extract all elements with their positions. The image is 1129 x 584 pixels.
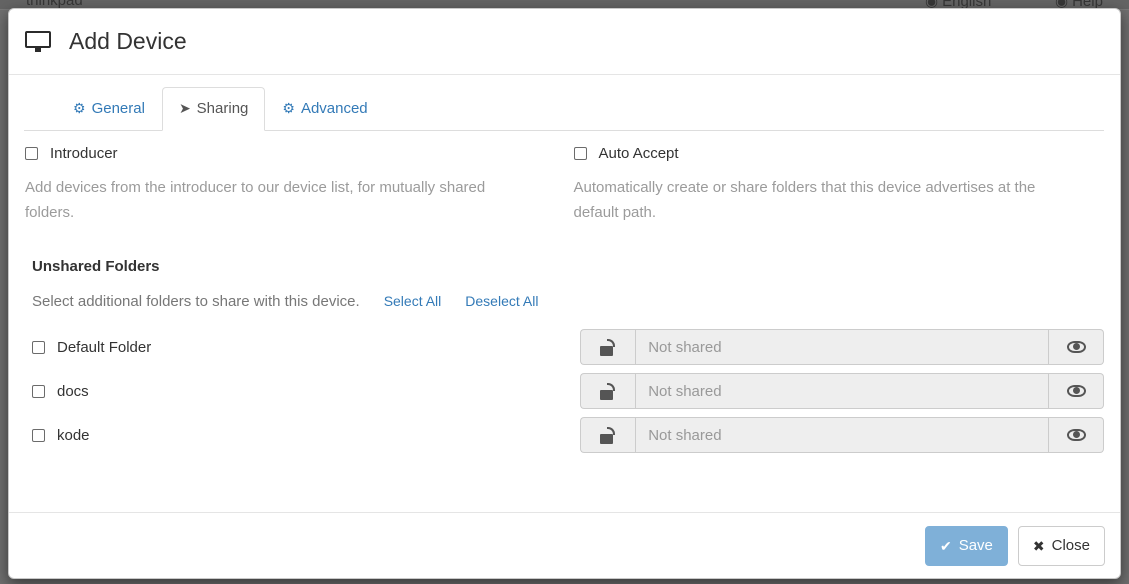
cogs-icon: ⚙ — [282, 99, 295, 116]
folder-share-eye-button-docs[interactable] — [1049, 373, 1104, 409]
folder-row: kode Not shared — [25, 413, 1104, 457]
modal-body: ⚙ General ➤​ Sharing ⚙ Advanced Introducer — [9, 75, 1120, 512]
desktop-icon — [25, 30, 51, 53]
add-device-modal: Add Device ⚙ General ➤​ Sharing ⚙ Advanced — [8, 8, 1121, 579]
folder-share-input-group-kode: Not shared — [580, 417, 1104, 453]
auto-accept-option: Auto Accept Automatically create or shar… — [565, 145, 1105, 225]
tab-sharing[interactable]: ➤​ Sharing — [161, 86, 266, 131]
folder-share-input-group-docs: Not shared — [580, 373, 1104, 409]
folder-share-input-default-folder[interactable]: Not shared — [635, 329, 1049, 365]
close-button[interactable]: ✖ Close — [1017, 526, 1105, 566]
tab-bar: ⚙ General ➤​ Sharing ⚙ Advanced — [24, 86, 1104, 131]
times-icon: ✖ — [1032, 537, 1045, 554]
unshared-folders-heading: Unshared Folders — [32, 258, 160, 275]
folder-row-label-group: docs — [25, 383, 580, 400]
tab-advanced[interactable]: ⚙ Advanced — [265, 87, 384, 131]
tab-advanced-label: Advanced — [300, 99, 368, 117]
page-title: Add Device — [69, 28, 187, 54]
eye-icon — [1066, 429, 1086, 441]
share-alt-icon: ➤​ — [178, 99, 191, 116]
introducer-checkbox[interactable] — [25, 147, 38, 160]
introducer-help-text: Add devices from the introducer to our d… — [25, 179, 486, 221]
folder-share-input-group-default-folder: Not shared — [580, 329, 1104, 365]
tab-general[interactable]: ⚙ General — [56, 87, 162, 131]
folder-share-eye-button-default-folder[interactable] — [1049, 329, 1104, 365]
introducer-label[interactable]: Introducer — [50, 145, 118, 162]
gear-icon: ⚙ — [73, 99, 86, 116]
tab-general-item: ⚙ General — [56, 87, 162, 131]
tab-sharing-item: ➤​ Sharing — [161, 86, 266, 131]
folder-share-eye-button-kode[interactable] — [1049, 417, 1104, 453]
unlock-icon — [580, 373, 636, 409]
folder-row: docs Not shared — [25, 369, 1104, 413]
folder-checkbox-default-folder[interactable] — [32, 340, 45, 354]
folder-share-input-kode[interactable]: Not shared — [635, 417, 1049, 453]
eye-icon — [1066, 385, 1086, 397]
unlock-icon — [580, 417, 636, 453]
folder-row-label-group: Default Folder — [25, 339, 580, 356]
eye-icon — [1066, 341, 1086, 353]
auto-accept-help-text: Automatically create or share folders th… — [573, 179, 1036, 221]
folder-checkbox-docs[interactable] — [32, 384, 45, 398]
tab-advanced-item: ⚙ Advanced — [265, 87, 384, 131]
auto-accept-label[interactable]: Auto Accept — [599, 145, 679, 162]
select-all-link[interactable]: Select All — [384, 293, 442, 309]
folder-row-label-group: kode — [25, 427, 580, 444]
introducer-option: Introducer Add devices from the introduc… — [25, 145, 565, 225]
folder-checkbox-kode[interactable] — [32, 428, 45, 442]
folder-list: Default Folder Not shared docs Not share… — [25, 325, 1104, 457]
modal-header: Add Device — [9, 9, 1120, 75]
unlock-icon — [580, 329, 636, 365]
auto-accept-checkbox[interactable] — [573, 147, 587, 160]
introducer-checkbox-row: Introducer — [25, 145, 553, 162]
folder-name-kode[interactable]: kode — [57, 427, 90, 444]
auto-accept-checkbox-row: Auto Accept — [573, 145, 1105, 162]
unshared-folders-subheader: Select additional folders to share with … — [32, 293, 1104, 310]
check-icon: ✔ — [939, 537, 952, 554]
folder-row: Default Folder Not shared — [25, 325, 1104, 369]
folder-share-input-docs[interactable]: Not shared — [635, 373, 1049, 409]
modal-footer: ✔ Save ✖ Close — [9, 512, 1120, 578]
save-button[interactable]: ✔ Save — [924, 526, 1008, 566]
close-button-label: Close — [1051, 537, 1090, 555]
tab-sharing-label: Sharing — [196, 99, 249, 117]
tab-general-label: General — [91, 99, 145, 117]
folder-name-default-folder[interactable]: Default Folder — [57, 339, 151, 356]
save-button-label: Save — [958, 537, 993, 555]
folder-name-docs[interactable]: docs — [57, 383, 89, 400]
unshared-folders-description: Select additional folders to share with … — [32, 293, 360, 310]
deselect-all-link[interactable]: Deselect All — [465, 293, 538, 309]
sharing-options-row: Introducer Add devices from the introduc… — [25, 131, 1104, 225]
